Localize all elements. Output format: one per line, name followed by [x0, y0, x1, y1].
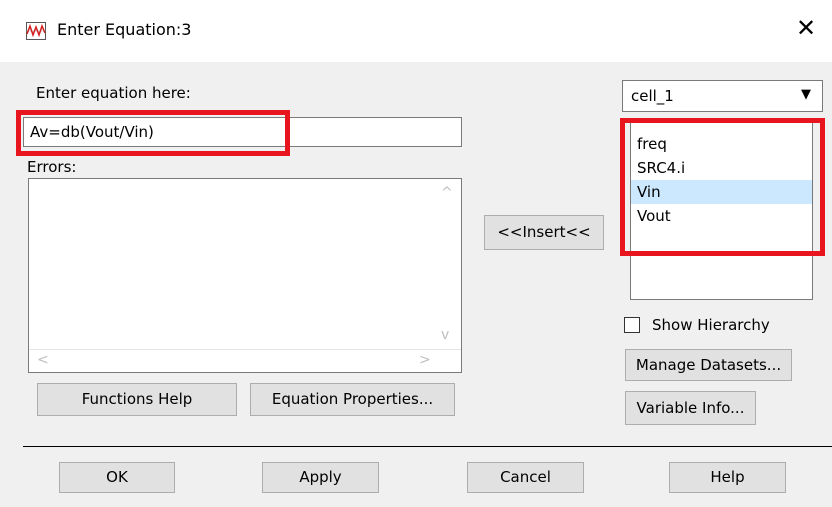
- dataset-select-value: cell_1: [631, 87, 674, 105]
- window-title: Enter Equation:3: [57, 20, 192, 39]
- divider: [23, 446, 832, 447]
- chevron-down-icon[interactable]: ▼: [801, 87, 811, 102]
- dataset-select[interactable]: cell_1 ▼: [622, 80, 823, 112]
- scroll-down-icon[interactable]: v: [441, 327, 449, 343]
- errors-label: Errors:: [27, 158, 77, 176]
- ok-button[interactable]: OK: [59, 462, 175, 493]
- show-hierarchy-label: Show Hierarchy: [652, 316, 770, 334]
- functions-help-button[interactable]: Functions Help: [37, 383, 237, 416]
- help-button[interactable]: Help: [669, 462, 786, 493]
- scroll-left-icon[interactable]: <: [37, 352, 49, 368]
- errors-textarea[interactable]: ^ v < >: [28, 178, 462, 373]
- highlight-box-variables: [620, 118, 825, 256]
- equation-label: Enter equation here:: [36, 84, 191, 102]
- variable-info-button[interactable]: Variable Info...: [625, 391, 756, 425]
- cancel-button[interactable]: Cancel: [467, 462, 584, 493]
- close-icon[interactable]: ✕: [796, 16, 816, 40]
- scroll-right-icon[interactable]: >: [419, 352, 431, 368]
- insert-button[interactable]: <<Insert<<: [484, 215, 604, 250]
- scroll-up-icon[interactable]: ^: [441, 185, 453, 201]
- apply-button[interactable]: Apply: [262, 462, 379, 493]
- dialog-body: Enter equation here: Av=db(Vout/Vin) Err…: [0, 62, 832, 507]
- title-bar: Enter Equation:3 ✕: [0, 0, 832, 62]
- highlight-box-equation: [16, 110, 290, 156]
- checkbox-box[interactable]: [624, 317, 640, 333]
- equation-properties-button[interactable]: Equation Properties...: [250, 383, 455, 416]
- show-hierarchy-checkbox[interactable]: Show Hierarchy: [624, 315, 814, 337]
- horizontal-scrollbar-divider: [29, 349, 461, 350]
- waveform-app-icon: [26, 22, 46, 40]
- manage-datasets-button[interactable]: Manage Datasets...: [625, 349, 792, 381]
